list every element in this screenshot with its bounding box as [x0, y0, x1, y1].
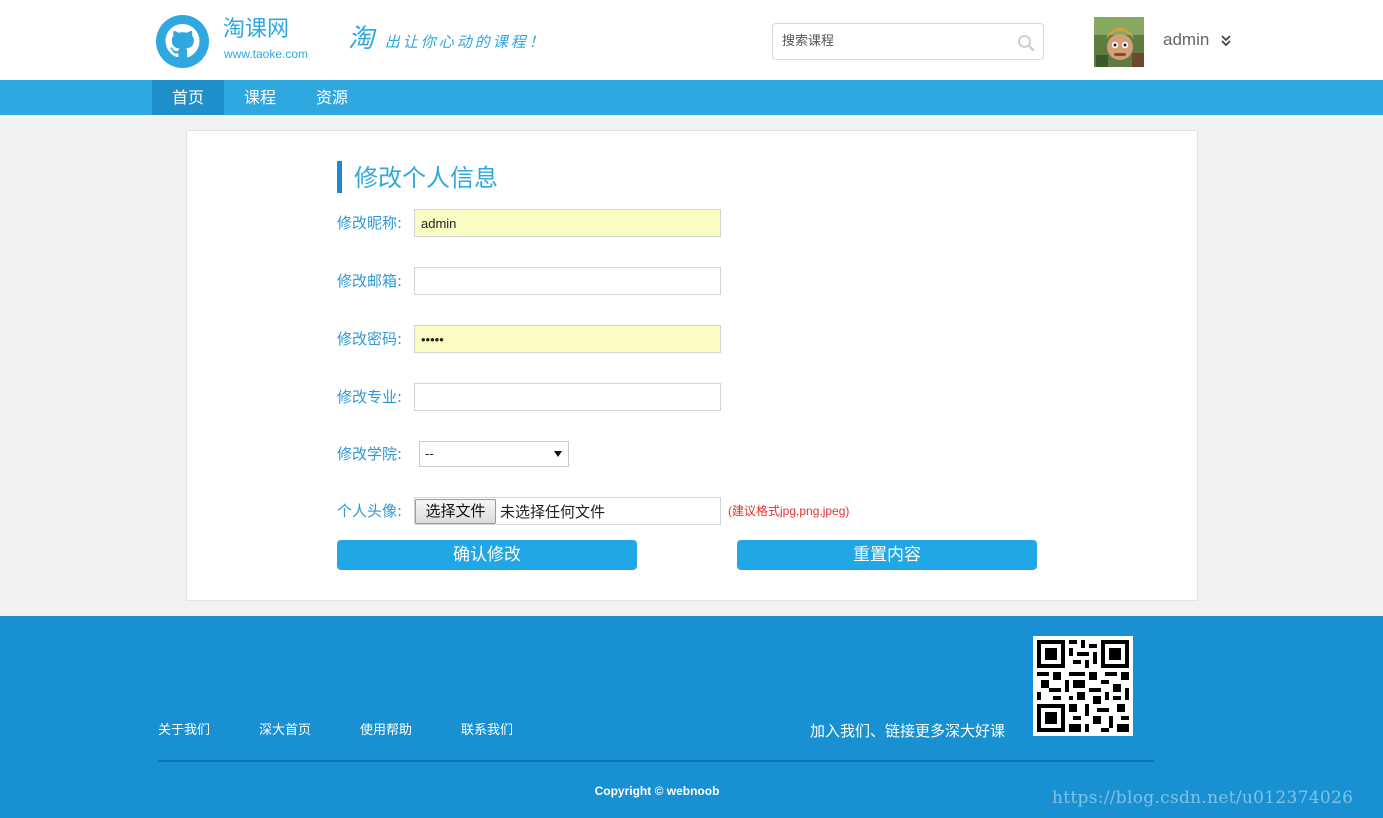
nav-item-courses[interactable]: 课程 — [224, 80, 296, 115]
college-label: 修改学院: — [337, 445, 403, 463]
search-input[interactable] — [773, 24, 1009, 59]
footer-link-help[interactable]: 使用帮助 — [360, 722, 412, 740]
username[interactable]: admin — [1163, 29, 1209, 51]
avatar-label: 个人头像: — [337, 502, 403, 520]
footer-link-contact[interactable]: 联系我们 — [461, 722, 513, 740]
confirm-button[interactable]: 确认修改 — [337, 540, 637, 570]
footer-link-about[interactable]: 关于我们 — [158, 722, 210, 740]
nav-item-home[interactable]: 首页 — [152, 80, 224, 115]
password-input[interactable] — [414, 325, 721, 353]
select-arrow-icon — [554, 451, 562, 457]
choose-file-button[interactable]: 选择文件 — [415, 499, 496, 524]
nav-item-resources[interactable]: 资源 — [296, 80, 368, 115]
file-status: 未选择任何文件 — [500, 503, 606, 521]
college-select[interactable]: -- — [419, 441, 569, 467]
email-label: 修改邮箱: — [337, 272, 403, 290]
qr-code-image — [1033, 636, 1133, 736]
brand-name[interactable]: 淘课网 — [223, 16, 289, 44]
nickname-label: 修改昵称: — [337, 214, 403, 232]
search-icon[interactable] — [1017, 34, 1035, 52]
profile-form-card — [186, 130, 1198, 601]
college-selected-value: -- — [425, 446, 434, 461]
header-slogan: 淘 出让你心动的课程！ — [348, 26, 547, 55]
avatar-file-input[interactable]: 选择文件 未选择任何文件 — [414, 497, 721, 525]
email-input[interactable] — [414, 267, 721, 295]
slogan-text: 出让你心动的课程！ — [384, 33, 547, 51]
csdn-watermark: https://blog.csdn.net/u012374026 — [1052, 788, 1354, 808]
major-label: 修改专业: — [337, 388, 403, 406]
nickname-input[interactable] — [414, 209, 721, 237]
reset-button[interactable]: 重置内容 — [737, 540, 1037, 570]
search-box — [772, 23, 1044, 60]
footer-join-text: 加入我们、链接更多深大好课 — [810, 722, 1006, 740]
slogan-char: 淘 — [348, 24, 378, 54]
top-header: 淘课网 www.taoke.com 淘 出让你心动的课程！ admin — [0, 0, 1383, 80]
double-chevron-down-icon[interactable] — [1220, 33, 1232, 47]
page-title: 修改个人信息 — [337, 161, 498, 193]
brand-url: www.taoke.com — [224, 47, 309, 61]
footer-link-home[interactable]: 深大首页 — [259, 722, 311, 740]
password-label: 修改密码: — [337, 330, 403, 348]
file-format-hint: (建议格式jpg,png,jpeg) — [728, 504, 850, 518]
footer-divider — [158, 760, 1154, 762]
main-nav: 首页 课程 资源 — [0, 80, 1383, 115]
user-avatar[interactable] — [1094, 17, 1144, 67]
octocat-logo-icon[interactable] — [156, 15, 209, 68]
major-input[interactable] — [414, 383, 721, 411]
